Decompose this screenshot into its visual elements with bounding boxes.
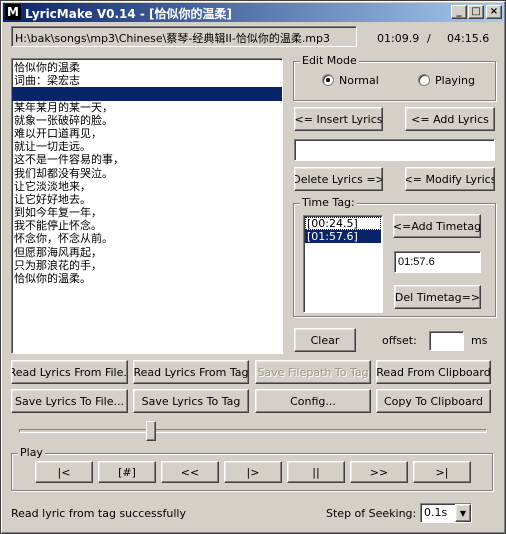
seek-track[interactable] bbox=[19, 429, 487, 433]
playing-radio-label[interactable]: Playing bbox=[435, 74, 475, 87]
edit-mode-label: Edit Mode bbox=[300, 54, 359, 67]
lyric-line[interactable]: 就象一张破碎的脸。 bbox=[12, 114, 282, 127]
rewind-button[interactable]: << bbox=[161, 461, 219, 483]
insert-lyrics-button[interactable]: <= Insert Lyrics bbox=[294, 107, 383, 131]
time-tag-item[interactable]: [01:57.6] bbox=[305, 230, 381, 243]
lyric-line[interactable]: 恰似你的温柔 bbox=[12, 61, 282, 74]
time-tag-item[interactable]: [00:24.5] bbox=[305, 217, 381, 230]
minimize-button[interactable]: _ bbox=[451, 5, 467, 19]
fast-forward-button[interactable]: >> bbox=[350, 461, 408, 483]
lyric-line[interactable]: 词曲：梁宏志 bbox=[12, 74, 282, 87]
radio-dot-icon bbox=[326, 78, 330, 82]
offset-unit: ms bbox=[471, 334, 488, 347]
config-button[interactable]: Config... bbox=[255, 389, 371, 413]
lyric-line[interactable]: 到如今年复一年， bbox=[12, 206, 282, 219]
title-bar[interactable]: M LyricMake V0.14 - [恰似你的温柔] _ □ × bbox=[3, 3, 503, 22]
lyric-line[interactable]: 但愿那海风再起， bbox=[12, 246, 282, 259]
lyric-line[interactable]: 让它淡淡地来， bbox=[12, 180, 282, 193]
time-tag-label: Time Tag: bbox=[300, 196, 357, 209]
add-lyrics-button[interactable]: <= Add Lyrics bbox=[405, 107, 495, 131]
step-of-seeking-label: Step of Seeking: bbox=[326, 507, 417, 520]
close-button[interactable]: × bbox=[486, 5, 502, 19]
save-lyrics-to-file-button[interactable]: Save Lyrics To File... bbox=[11, 389, 128, 413]
lyric-line[interactable]: 我不能停止怀念。 bbox=[12, 219, 282, 232]
lyric-line[interactable]: 让它好好地去。 bbox=[12, 193, 282, 206]
lyric-line[interactable]: 某年某月的某一天， bbox=[12, 101, 282, 114]
lyric-line[interactable]: 这不是一件容易的事， bbox=[12, 153, 282, 166]
offset-label: offset: bbox=[382, 334, 417, 347]
play-button[interactable]: |> bbox=[224, 461, 282, 483]
pause-button[interactable]: || bbox=[287, 461, 345, 483]
lyricmake-window: M LyricMake V0.14 - [恰似你的温柔] _ □ × H:\ba… bbox=[0, 0, 506, 534]
read-lyrics-from-file-button[interactable]: Read Lyrics From File.. bbox=[11, 360, 128, 384]
step-of-seeking-select[interactable]: 0.1s ▼ bbox=[420, 503, 472, 523]
step-value: 0.1s bbox=[424, 506, 448, 519]
add-timetag-button[interactable]: <=Add Timetag bbox=[393, 214, 481, 238]
save-lyrics-to-tag-button[interactable]: Save Lyrics To Tag bbox=[133, 389, 249, 413]
timetag-input[interactable] bbox=[394, 251, 481, 273]
lyric-line[interactable] bbox=[12, 87, 282, 101]
normal-radio-label[interactable]: Normal bbox=[339, 74, 379, 87]
copy-to-clipboard-button[interactable]: Copy To Clipboard bbox=[376, 389, 491, 413]
lyric-line[interactable]: 我们却都没有哭泣。 bbox=[12, 167, 282, 180]
mark-button[interactable]: [#] bbox=[98, 461, 156, 483]
play-group-label: Play bbox=[18, 446, 45, 459]
current-time: 01:09.9 bbox=[377, 32, 420, 45]
status-message: Read lyric from tag successfully bbox=[11, 507, 186, 520]
time-tag-list[interactable]: [00:24.5] [01:57.6] bbox=[303, 215, 383, 313]
file-path-display: H:\bak\songs\mp3\Chinese\蔡琴-经典辑II-恰似你的温柔… bbox=[11, 26, 357, 47]
total-time: 04:15.6 bbox=[447, 32, 490, 45]
offset-input[interactable] bbox=[429, 331, 464, 351]
clear-button[interactable]: Clear bbox=[294, 328, 356, 352]
normal-radio[interactable] bbox=[322, 74, 334, 86]
lyric-input[interactable] bbox=[294, 139, 495, 161]
maximize-button[interactable]: □ bbox=[468, 5, 484, 19]
chevron-down-icon[interactable]: ▼ bbox=[455, 504, 471, 522]
lyric-line[interactable]: 难以开口道再见， bbox=[12, 127, 282, 140]
read-from-clipboard-button[interactable]: Read From Clipboard bbox=[376, 360, 491, 384]
window-title: LyricMake V0.14 - [恰似你的温柔] bbox=[25, 7, 233, 21]
lyrics-list[interactable]: 恰似你的温柔 词曲：梁宏志 某年某月的某一天， 就象一张破碎的脸。 难以开口道再见， 就让… bbox=[11, 58, 283, 354]
lyrics-container: 恰似你的温柔 词曲：梁宏志 某年某月的某一天， 就象一张破碎的脸。 难以开口道再见， 就让… bbox=[12, 61, 282, 285]
modify-lyrics-button[interactable]: <= Modify Lyrics bbox=[405, 167, 495, 191]
playing-radio[interactable] bbox=[418, 74, 430, 86]
lyric-line[interactable]: 恰似你的温柔。 bbox=[12, 272, 282, 285]
skip-end-button[interactable]: >| bbox=[413, 461, 471, 483]
del-timetag-button[interactable]: Del Timetag=> bbox=[394, 285, 481, 309]
time-separator: / bbox=[427, 32, 431, 45]
seek-slider-thumb[interactable] bbox=[146, 421, 156, 441]
lyric-line[interactable]: 怀念你，怀念从前。 bbox=[12, 232, 282, 245]
time-tag-container: [00:24.5] [01:57.6] bbox=[305, 217, 381, 243]
delete-lyrics-button[interactable]: Delete Lyrics => bbox=[294, 167, 383, 191]
lyric-line[interactable]: 只为那浪花的手， bbox=[12, 259, 282, 272]
read-lyrics-from-tag-button[interactable]: Read Lyrics From Tag bbox=[133, 360, 249, 384]
save-filepath-to-tag-button[interactable]: Save Filepath To Tag bbox=[255, 360, 371, 384]
skip-start-button[interactable]: |< bbox=[35, 461, 93, 483]
app-icon: M bbox=[5, 4, 21, 20]
lyric-line[interactable]: 就让一切走远。 bbox=[12, 140, 282, 153]
